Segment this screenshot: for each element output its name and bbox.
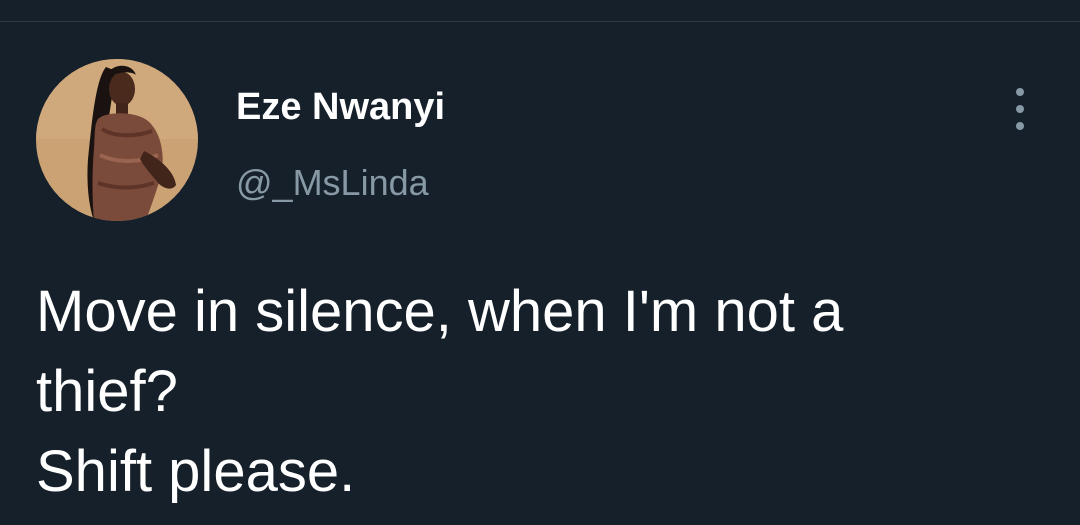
tweet-text-line: Shift please. bbox=[36, 439, 356, 504]
tweet-text-line: Move in silence, when I'm not a bbox=[36, 279, 844, 344]
avatar-image bbox=[36, 59, 198, 221]
top-divider bbox=[0, 0, 1080, 22]
more-vertical-icon-dot bbox=[1016, 105, 1024, 113]
tweet-card: Eze Nwanyi @_MsLinda Move in silence, wh… bbox=[0, 23, 1080, 525]
more-options-button[interactable] bbox=[1004, 83, 1036, 135]
more-vertical-icon-dot bbox=[1016, 122, 1024, 130]
author-handle[interactable]: @_MsLinda bbox=[236, 162, 429, 204]
author-display-name[interactable]: Eze Nwanyi bbox=[236, 85, 445, 129]
tweet-text-line: thief? bbox=[36, 359, 178, 424]
tweet-text: Move in silence, when I'm not a thief? S… bbox=[36, 272, 1046, 512]
author-avatar[interactable] bbox=[36, 59, 198, 221]
more-vertical-icon bbox=[1016, 88, 1024, 96]
